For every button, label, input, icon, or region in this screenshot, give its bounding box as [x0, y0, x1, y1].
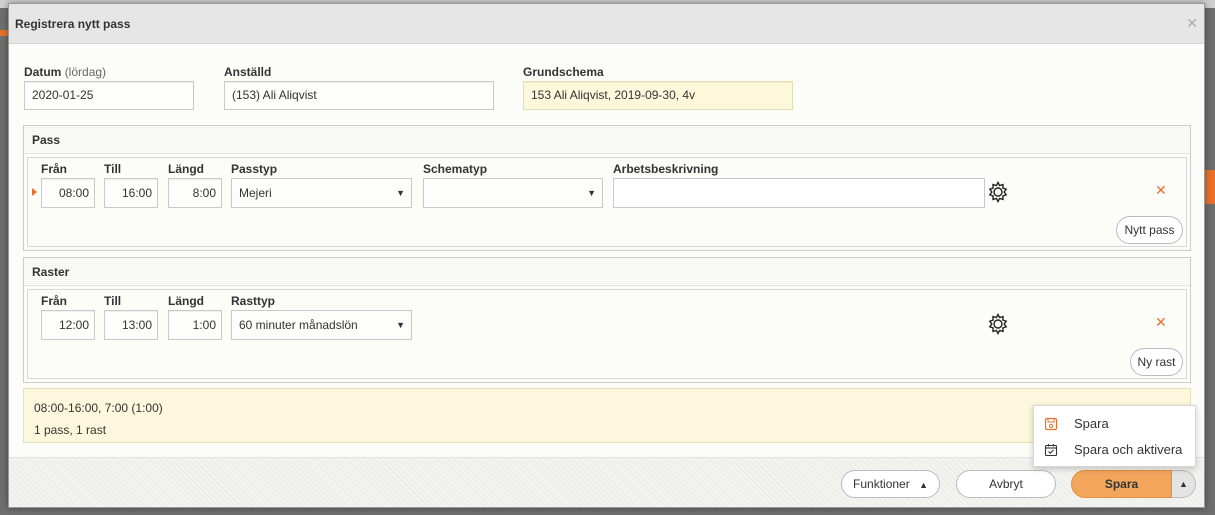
remove-break-icon[interactable]: ✕	[1155, 314, 1167, 331]
shift-col-schema: Schematyp	[423, 162, 488, 176]
functions-label: Funktioner	[853, 477, 910, 491]
gear-icon[interactable]	[986, 180, 1010, 204]
register-shift-dialog: Registrera nytt pass ✕ Datum (lördag) 20…	[8, 3, 1205, 508]
shift-col-type: Passtyp	[231, 162, 278, 176]
dialog-footer: Funktioner ▲ Avbryt Spara ▲	[9, 457, 1204, 507]
base-schedule-field: 153 Ali Aliqvist, 2019-09-30, 4v	[523, 81, 793, 110]
close-icon[interactable]: ✕	[1186, 15, 1198, 32]
shift-row: Från Till Längd Passtyp Schematyp Arbets…	[27, 157, 1187, 247]
break-col-length: Längd	[168, 294, 204, 308]
menu-item-save-activate[interactable]: Spara och aktivera	[1034, 437, 1195, 463]
calendar-check-icon	[1044, 444, 1058, 457]
summary-panel: 08:00-16:00, 7:00 (1:00) 1 pass, 1 rast	[23, 388, 1191, 443]
menu-item-save-activate-label: Spara och aktivera	[1074, 442, 1183, 457]
summary-count: 1 pass, 1 rast	[34, 423, 107, 437]
break-type-value: 60 minuter månadslön	[239, 318, 358, 332]
shift-schema-select[interactable]: ▼	[423, 178, 603, 208]
date-field[interactable]: 2020-01-25	[24, 81, 194, 110]
save-options-menu: Spara Spara och aktivera	[1033, 405, 1196, 467]
shift-from-input[interactable]: 08:00	[41, 178, 95, 208]
break-col-from: Från	[41, 294, 68, 308]
dialog-titlebar: Registrera nytt pass ✕	[9, 4, 1204, 44]
base-schedule-label: Grundschema	[523, 65, 604, 79]
breaks-section-title: Raster	[24, 258, 1190, 286]
menu-item-save-label: Spara	[1074, 416, 1109, 431]
caret-up-icon: ▲	[919, 480, 928, 490]
date-weekday: (lördag)	[64, 65, 107, 79]
caret-up-icon: ▲	[1179, 479, 1188, 489]
caret-down-icon: ▼	[396, 188, 405, 198]
shift-col-length: Längd	[168, 162, 204, 176]
new-break-button[interactable]: Ny rast	[1130, 348, 1183, 376]
shift-type-value: Mejeri	[239, 186, 272, 200]
caret-down-icon: ▼	[587, 188, 596, 198]
shift-type-select[interactable]: Mejeri ▼	[231, 178, 412, 208]
menu-item-save[interactable]: Spara	[1034, 411, 1195, 437]
date-label: Datum (lördag)	[24, 65, 106, 79]
shift-section-title: Pass	[24, 126, 1190, 154]
breaks-section: Raster Från Till Längd Rasttyp 12:00 13:…	[23, 257, 1191, 383]
shift-col-to: Till	[104, 162, 122, 176]
break-to-input[interactable]: 13:00	[104, 310, 158, 340]
save-button[interactable]: Spara	[1071, 470, 1172, 498]
shift-col-from: Från	[41, 162, 68, 176]
date-label-text: Datum	[24, 65, 62, 79]
background-accent-right	[1205, 170, 1215, 204]
employee-field[interactable]: (153) Ali Aliqvist	[224, 81, 494, 110]
break-col-type: Rasttyp	[231, 294, 276, 308]
shift-to-input[interactable]: 16:00	[104, 178, 158, 208]
save-icon	[1044, 417, 1058, 431]
break-col-to: Till	[104, 294, 122, 308]
shift-description-input[interactable]	[613, 178, 985, 208]
shift-col-desc: Arbetsbeskrivning	[613, 162, 719, 176]
shift-section: Pass Från Till Längd Passtyp Schematyp A…	[23, 125, 1191, 251]
gear-icon[interactable]	[986, 312, 1010, 336]
background-accent	[0, 30, 8, 36]
functions-button[interactable]: Funktioner ▲	[841, 470, 940, 498]
break-row: Från Till Längd Rasttyp 12:00 13:00 1:00…	[27, 289, 1187, 379]
summary-time: 08:00-16:00, 7:00 (1:00)	[34, 401, 163, 415]
break-length-input[interactable]: 1:00	[168, 310, 222, 340]
break-type-select[interactable]: 60 minuter månadslön ▼	[231, 310, 412, 340]
shift-length-input[interactable]: 8:00	[168, 178, 222, 208]
cancel-button[interactable]: Avbryt	[956, 470, 1056, 498]
caret-down-icon: ▼	[396, 320, 405, 330]
save-options-toggle[interactable]: ▲	[1172, 470, 1196, 498]
remove-shift-icon[interactable]: ✕	[1155, 182, 1167, 199]
employee-label: Anställd	[224, 65, 272, 79]
new-shift-button[interactable]: Nytt pass	[1116, 216, 1183, 244]
dialog-title: Registrera nytt pass	[15, 16, 131, 31]
break-from-input[interactable]: 12:00	[41, 310, 95, 340]
row-marker-icon	[32, 188, 37, 196]
